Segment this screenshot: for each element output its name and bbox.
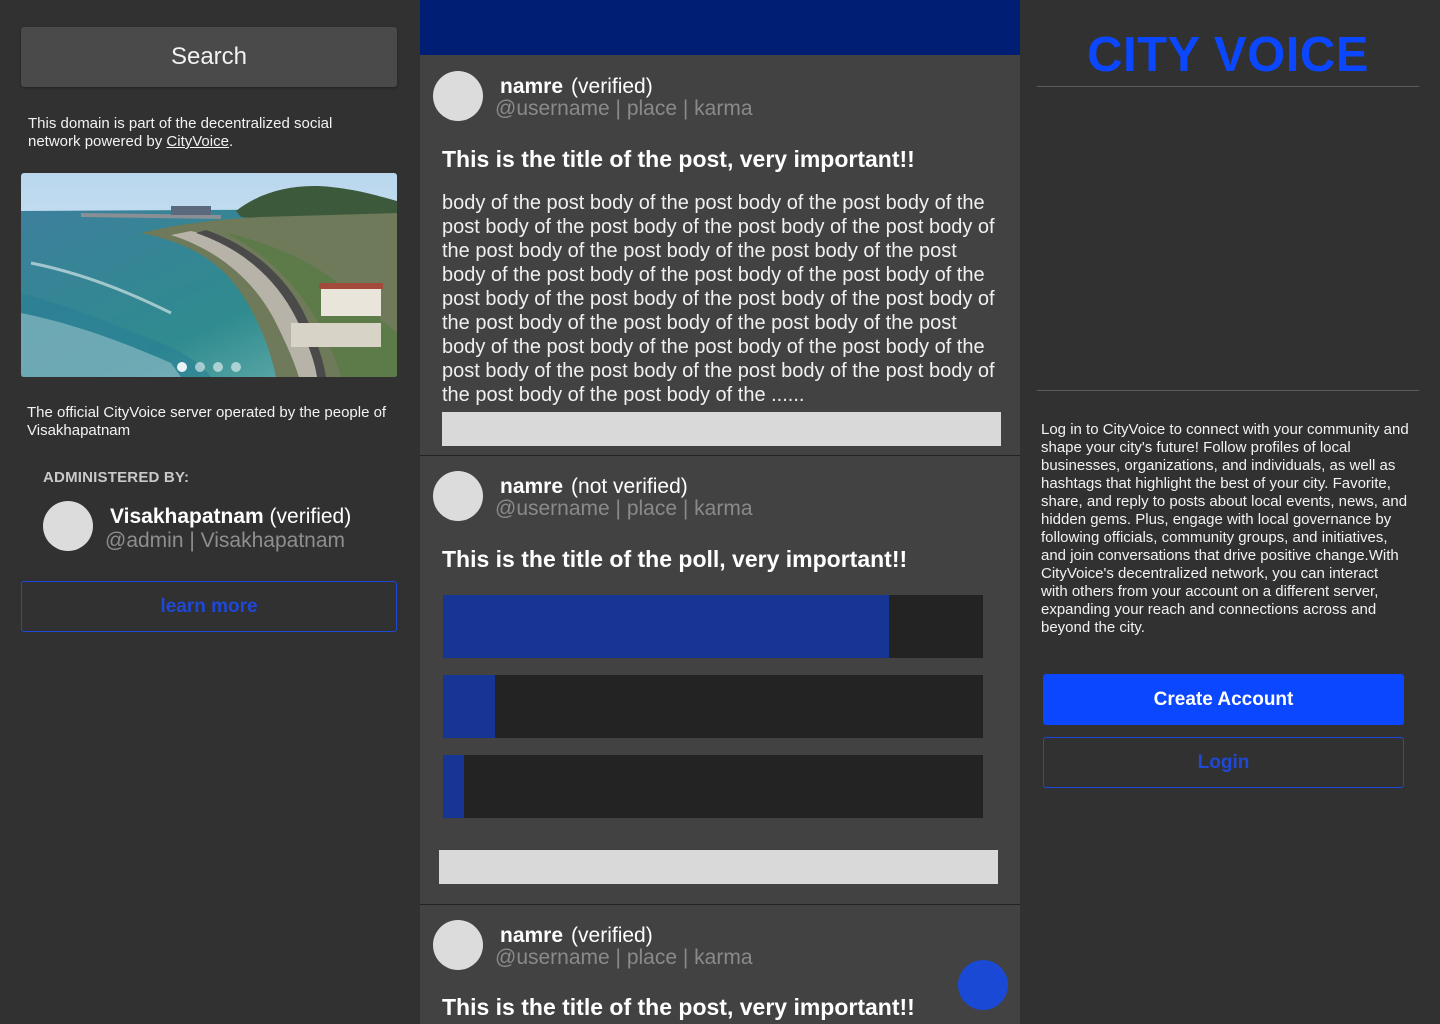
search-button[interactable]: Search [21,27,397,87]
carousel-dot[interactable] [195,362,205,372]
author-verified-status: (verified) [571,924,653,947]
right-sidebar: CITY VOICE Log in to CityVoice to connec… [1020,0,1440,1024]
domain-description: This domain is part of the decentralized… [28,115,388,151]
floating-action-button[interactable] [958,960,1008,1010]
server-hero-image [21,173,397,377]
author-name[interactable]: namre (verified) [500,924,653,948]
author-verified-status: (not verified) [571,475,688,498]
carousel-dot[interactable] [213,362,223,372]
author-name[interactable]: namre (verified) [500,75,653,99]
author-display-name: namre [500,75,564,98]
author-avatar[interactable] [433,471,483,521]
carousel-dots [21,362,397,372]
post-action-bar[interactable] [442,412,1001,446]
left-sidebar: Search This domain is part of the decent… [0,0,420,1024]
post-body[interactable]: body of the post body of the post body o… [442,191,1002,407]
feed-post: namre (verified) @username | place | karm… [420,905,1020,1024]
carousel-dot[interactable] [231,362,241,372]
author-meta: @username | place | karma [495,497,753,520]
administered-by-heading: ADMINISTERED BY: [43,469,190,486]
poll-option-fill [443,595,890,658]
carousel-dot[interactable] [177,362,187,372]
author-verified-status: (verified) [571,75,653,98]
server-description: The official CityVoice server operated b… [27,404,387,439]
admin-avatar[interactable] [43,501,93,551]
admin-name[interactable]: Visakhapatnam (verified) [110,505,351,529]
admin-display-name: Visakhapatnam [110,505,264,528]
poll-post: namre (not verified) @username | place | … [420,456,1020,905]
coastline-photo [21,173,397,377]
author-meta: @username | place | karma [495,946,753,969]
author-display-name: namre [500,924,564,947]
divider [1037,86,1419,87]
feed-post: namre (verified) @username | place | karm… [420,55,1020,456]
poll-option-fill [443,675,495,738]
brand-logo: CITY VOICE [1087,28,1369,82]
poll-option-fill [443,755,465,818]
poll-title[interactable]: This is the title of the poll, very impo… [442,546,907,573]
poll-option[interactable] [443,755,983,818]
author-avatar[interactable] [433,71,483,121]
create-account-button[interactable]: Create Account [1043,674,1404,725]
admin-handle: @admin | Visakhapatnam [105,529,346,552]
poll-option[interactable] [443,675,983,738]
intro-text: Log in to CityVoice to connect with your… [1041,421,1409,636]
poll-option[interactable] [443,595,983,658]
divider [1037,390,1419,391]
author-display-name: namre [500,475,564,498]
cityvoice-link[interactable]: CityVoice [166,133,229,150]
learn-more-button[interactable]: learn more [21,581,397,632]
author-avatar[interactable] [433,920,483,970]
domain-description-suffix: . [228,133,234,150]
author-meta: @username | place | karma [495,97,753,120]
admin-verified-status: (verified) [269,505,352,528]
post-title[interactable]: This is the title of the post, very impo… [442,994,915,1021]
login-button[interactable]: Login [1043,737,1404,788]
author-name[interactable]: namre (not verified) [500,475,688,499]
feed-top-bar [420,0,1020,55]
post-feed: namre (verified) @username | place | karm… [420,0,1020,1024]
post-action-bar[interactable] [439,850,998,884]
post-title[interactable]: This is the title of the post, very impo… [442,146,915,173]
